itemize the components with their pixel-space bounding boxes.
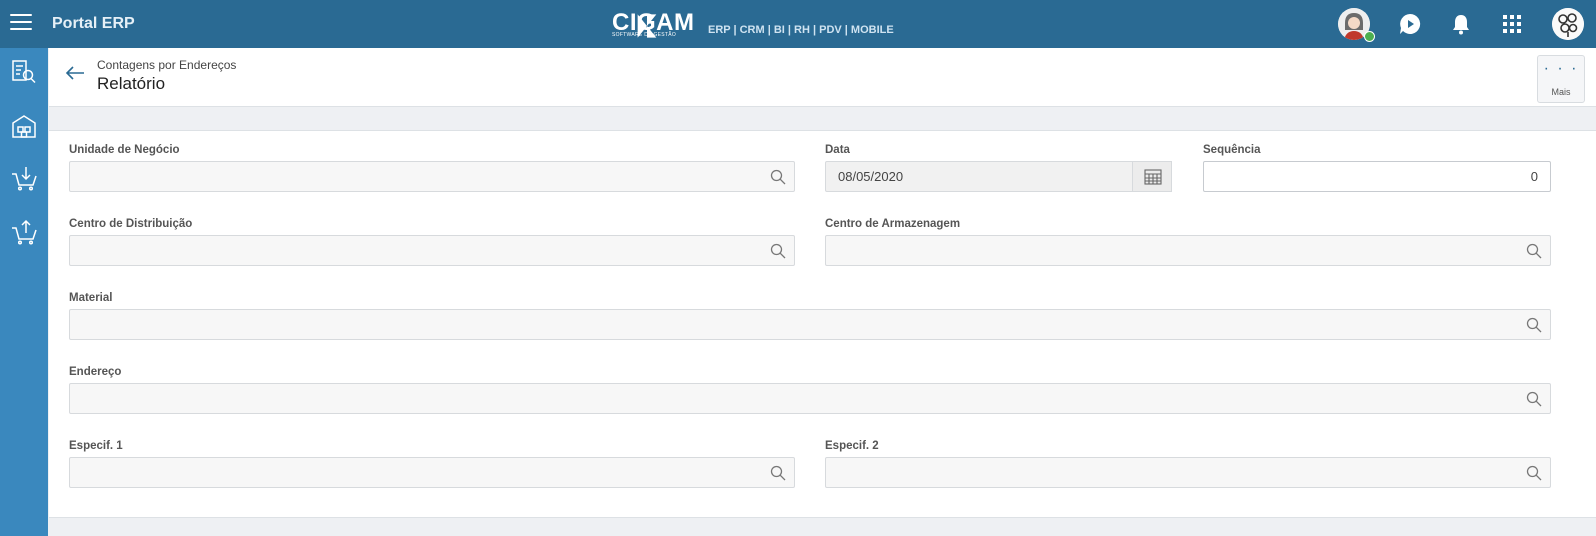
- centro-distribuicao-input[interactable]: [70, 236, 794, 265]
- search-icon[interactable]: [1526, 391, 1542, 407]
- basket-out-icon[interactable]: [10, 218, 38, 246]
- centro-armazenagem-label: Centro de Armazenagem: [825, 218, 961, 230]
- report-search-icon[interactable]: [10, 58, 38, 86]
- bell-icon[interactable]: [1449, 12, 1473, 36]
- sequencia-input[interactable]: [1204, 162, 1550, 191]
- brand-modules: ERP | CRM | BI | RH | PDV | MOBILE: [708, 24, 894, 36]
- sequencia-label: Sequência: [1203, 144, 1261, 156]
- centro-distribuicao-field: [69, 235, 795, 266]
- sequencia-field: [1203, 161, 1551, 192]
- centro-armazenagem-input[interactable]: [826, 236, 1550, 265]
- material-label: Material: [69, 292, 113, 304]
- breadcrumb[interactable]: Contagens por Endereços: [97, 58, 236, 72]
- material-field: [69, 309, 1551, 340]
- filter-form: Unidade de Negócio Data Sequência Centro…: [49, 130, 1596, 518]
- more-button[interactable]: · · · Mais: [1537, 55, 1585, 103]
- calendar-button[interactable]: [1132, 161, 1172, 192]
- data-label: Data: [825, 144, 850, 156]
- warehouse-icon[interactable]: [10, 112, 38, 140]
- menu-icon[interactable]: [10, 14, 32, 34]
- more-dots-icon: · · ·: [1543, 60, 1579, 77]
- unidade-negocio-label: Unidade de Negócio: [69, 144, 180, 156]
- basket-in-icon[interactable]: [10, 164, 38, 192]
- company-avatar[interactable]: [1552, 8, 1584, 40]
- especif1-input[interactable]: [70, 458, 794, 487]
- sidebar: [0, 48, 48, 536]
- brand-tagline: SOFTWARE DE GESTÃO: [612, 32, 677, 38]
- search-icon[interactable]: [1526, 317, 1542, 333]
- unidade-negocio-field: [69, 161, 795, 192]
- especif2-field: [825, 457, 1551, 488]
- especif2-label: Especif. 2: [825, 440, 879, 452]
- endereco-input[interactable]: [70, 384, 1550, 413]
- page-title: Relatório: [97, 74, 166, 93]
- search-icon[interactable]: [770, 243, 786, 259]
- search-icon[interactable]: [1526, 465, 1542, 481]
- especif1-field: [69, 457, 795, 488]
- data-field: [825, 161, 1172, 192]
- centro-distribuicao-label: Centro de Distribuição: [69, 218, 193, 230]
- endereco-label: Endereço: [69, 366, 122, 378]
- centro-armazenagem-field: [825, 235, 1551, 266]
- especif2-input[interactable]: [826, 458, 1550, 487]
- material-input[interactable]: [70, 310, 1550, 339]
- especif1-label: Especif. 1: [69, 440, 123, 452]
- endereco-field: [69, 383, 1551, 414]
- more-label: Mais: [1551, 87, 1571, 97]
- top-bar: Portal ERP CIGAM SOFTWARE DE GESTÃO ERP …: [0, 0, 1596, 48]
- back-arrow-icon[interactable]: [64, 62, 86, 84]
- app-title[interactable]: Portal ERP: [52, 15, 135, 33]
- unidade-negocio-input[interactable]: [70, 162, 794, 191]
- apps-grid-icon[interactable]: [1500, 12, 1524, 36]
- chat-play-icon[interactable]: [1398, 12, 1422, 36]
- page-header: Contagens por Endereços Relatório · · · …: [49, 48, 1596, 107]
- calendar-icon: [1144, 169, 1162, 185]
- search-icon[interactable]: [1526, 243, 1542, 259]
- data-input[interactable]: [826, 162, 1170, 191]
- online-status-dot: [1364, 31, 1375, 42]
- search-icon[interactable]: [770, 169, 786, 185]
- search-icon[interactable]: [770, 465, 786, 481]
